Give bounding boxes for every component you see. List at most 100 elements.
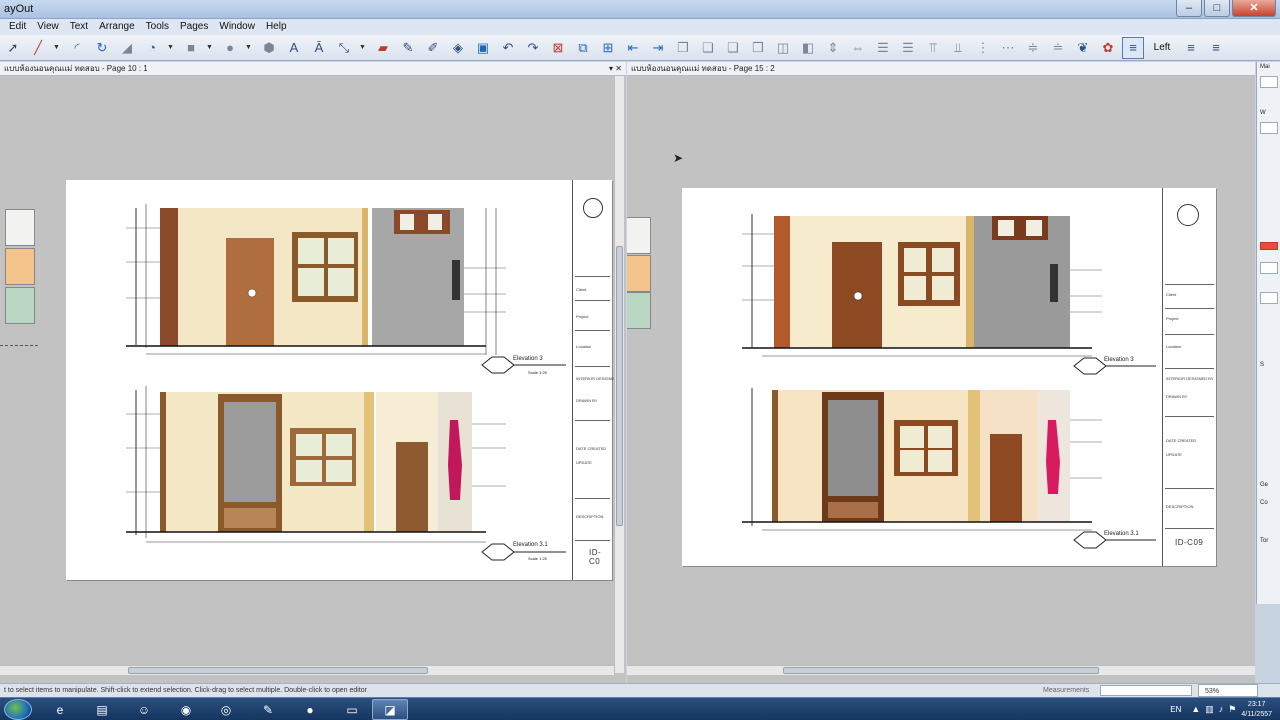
line-tool-icon[interactable]: ╱ — [27, 37, 49, 59]
start-button[interactable] — [4, 699, 32, 720]
explorer-taskbar-icon[interactable]: ▤ — [84, 699, 120, 720]
color-swatch-white[interactable] — [5, 209, 35, 246]
tray-flag-icon[interactable]: ⚑ — [1228, 704, 1236, 714]
dimension-dropdown-icon[interactable]: ▼ — [358, 37, 367, 59]
dock-co-label[interactable]: Co — [1260, 500, 1268, 506]
line-dropdown-icon[interactable]: ▼ — [52, 37, 61, 59]
left-paper-sheet[interactable]: Elevation 3 Elevation 3.1 Scale 1:25 Sca… — [66, 180, 624, 580]
align-left-edges-icon[interactable]: ☰ — [872, 37, 894, 59]
add-page-icon[interactable]: ⊞ — [597, 37, 619, 59]
paint-bucket-icon[interactable]: ✐ — [422, 37, 444, 59]
rectangle-tool-icon[interactable]: ■ — [180, 37, 202, 59]
space-vertical-icon[interactable]: ≑ — [1022, 37, 1044, 59]
tray-clock[interactable]: 23:17 4/11/2557 — [1241, 700, 1272, 720]
dock-color-swatch[interactable] — [1260, 242, 1278, 250]
right-color-swatch-white[interactable] — [627, 217, 651, 254]
right-color-swatch-mint[interactable] — [627, 292, 651, 329]
left-horizontal-scroll-thumb[interactable] — [128, 667, 428, 674]
align-center-text-icon[interactable]: ≡ — [1180, 37, 1202, 59]
right-paper-sheet[interactable]: Elevation 3 Elevation 3.1 Client Project… — [682, 188, 1216, 566]
circle-arc-icon[interactable]: ↻ — [91, 37, 113, 59]
arc-dropdown-icon[interactable]: ▼ — [166, 37, 175, 59]
redo-icon[interactable]: ↷ — [522, 37, 544, 59]
align-top-icon[interactable]: ⫪ — [922, 37, 944, 59]
measurements-input[interactable] — [1100, 685, 1192, 696]
dimension-tool-icon[interactable]: ⤡ — [333, 37, 355, 59]
polygon-tool-icon[interactable]: ⬢ — [258, 37, 280, 59]
left-vertical-scroll-thumb[interactable] — [616, 246, 623, 526]
text-tool-icon[interactable]: A — [283, 37, 305, 59]
flip-vertical-icon[interactable]: ⇕ — [822, 37, 844, 59]
dock-s-label[interactable]: S — [1260, 362, 1264, 368]
label-tool-icon[interactable]: Ā — [308, 37, 330, 59]
media-taskbar-icon[interactable]: ◉ — [168, 699, 204, 720]
right-horizontal-scroll-thumb[interactable] — [783, 667, 1099, 674]
chrome-taskbar-icon[interactable]: ◎ — [208, 699, 244, 720]
layout-taskbar-icon[interactable]: ◪ — [372, 699, 408, 720]
left-document-panel[interactable]: แบบห้องนอนคุณแม่ ทดสอบ - Page 10 : 1 ▾ ✕ — [0, 62, 626, 683]
tray-volume-icon[interactable]: ♪ — [1219, 704, 1224, 714]
presentation-icon[interactable]: ▣ — [472, 37, 494, 59]
dock-tab-1[interactable] — [1260, 76, 1278, 88]
color-swatch-mint[interactable] — [5, 287, 35, 324]
align-center-vertical-icon[interactable]: ⋮ — [972, 37, 994, 59]
arc-tool-icon[interactable]: ◜ — [66, 37, 88, 59]
align-bottom-icon[interactable]: ⫫ — [947, 37, 969, 59]
style-tool-icon[interactable]: ◈ — [447, 37, 469, 59]
menu-arrange[interactable]: Arrange — [99, 19, 135, 35]
dock-tor-label[interactable]: Tor — [1260, 538, 1268, 544]
menu-text[interactable]: Text — [70, 19, 88, 35]
menu-tools[interactable]: Tools — [146, 19, 169, 35]
align-center-horizontal-icon[interactable]: ⋯ — [997, 37, 1019, 59]
menu-edit[interactable]: Edit — [9, 19, 26, 35]
maximize-button[interactable]: □ — [1204, 0, 1230, 17]
dock-tab-2[interactable] — [1260, 122, 1278, 134]
undo-icon[interactable]: ↶ — [497, 37, 519, 59]
right-document-panel[interactable]: แบบห้องนอนคุณแม่ ทดสอบ - Page 15 : 2 Ele… — [627, 62, 1255, 683]
left-document-tab[interactable]: แบบห้องนอนคุณแม่ ทดสอบ - Page 10 : 1 ▾ ✕ — [0, 62, 626, 76]
close-button[interactable]: ✕ — [1232, 0, 1276, 17]
space-horizontal-icon[interactable]: ≐ — [1047, 37, 1069, 59]
eraser-icon[interactable]: ▰ — [372, 37, 394, 59]
line-taskbar-icon[interactable]: ● — [292, 699, 328, 720]
bring-to-front-icon[interactable]: ❐ — [672, 37, 694, 59]
color-swatch-peach[interactable] — [5, 248, 35, 285]
minimize-button[interactable]: – — [1176, 0, 1202, 17]
tray-arrow-icon[interactable]: ▲ — [1191, 704, 1200, 714]
previous-page-icon[interactable]: ⇤ — [622, 37, 644, 59]
menu-view[interactable]: View — [37, 19, 59, 35]
eyedropper-icon[interactable]: ✎ — [397, 37, 419, 59]
dock-main-label[interactable]: Mai — [1260, 64, 1270, 70]
left-horizontal-scrollbar[interactable] — [0, 665, 614, 675]
menu-pages[interactable]: Pages — [180, 19, 208, 35]
send-to-back-icon[interactable]: ❒ — [747, 37, 769, 59]
dock-tab-3[interactable] — [1260, 262, 1278, 274]
select-tool-icon[interactable]: ➚ — [2, 37, 24, 59]
align-right-edges-icon[interactable]: ☰ — [897, 37, 919, 59]
flip-horizontal-icon[interactable]: ⇔ — [847, 37, 869, 59]
tray-network-icon[interactable]: ▥ — [1205, 704, 1214, 714]
ungroup-icon[interactable]: ◧ — [797, 37, 819, 59]
dock-tab-4[interactable] — [1260, 292, 1278, 304]
duplicate-page-icon[interactable]: ⧉ — [572, 37, 594, 59]
menu-window[interactable]: Window — [219, 19, 255, 35]
dock-w-label[interactable]: W — [1260, 110, 1266, 116]
next-page-icon[interactable]: ⇥ — [647, 37, 669, 59]
circle-dropdown-icon[interactable]: ▼ — [244, 37, 253, 59]
ie-taskbar-icon[interactable]: e — [42, 699, 78, 720]
language-indicator[interactable]: EN — [1170, 705, 1181, 714]
menu-help[interactable]: Help — [266, 19, 287, 35]
sketchup-model-icon[interactable]: ❦ — [1072, 37, 1094, 59]
align-right-text-icon[interactable]: ≡ — [1205, 37, 1227, 59]
dock-ge-label[interactable]: Ge — [1260, 482, 1268, 488]
delete-page-icon[interactable]: ⊠ — [547, 37, 569, 59]
window-taskbar-icon[interactable]: ▭ — [334, 699, 370, 720]
align-left-text-icon[interactable]: ≡ — [1122, 36, 1144, 59]
left-vertical-scrollbar[interactable] — [614, 76, 624, 673]
left-panel-controls[interactable]: ▾ ✕ — [609, 62, 622, 76]
pie-tool-icon[interactable]: ◔ — [141, 37, 163, 59]
right-horizontal-scrollbar[interactable] — [627, 665, 1255, 675]
tray-icons[interactable]: ▲ ▥ ♪ ⚑ — [1191, 704, 1241, 715]
group-icon[interactable]: ◫ — [772, 37, 794, 59]
right-document-tab[interactable]: แบบห้องนอนคุณแม่ ทดสอบ - Page 15 : 2 — [627, 62, 1255, 76]
